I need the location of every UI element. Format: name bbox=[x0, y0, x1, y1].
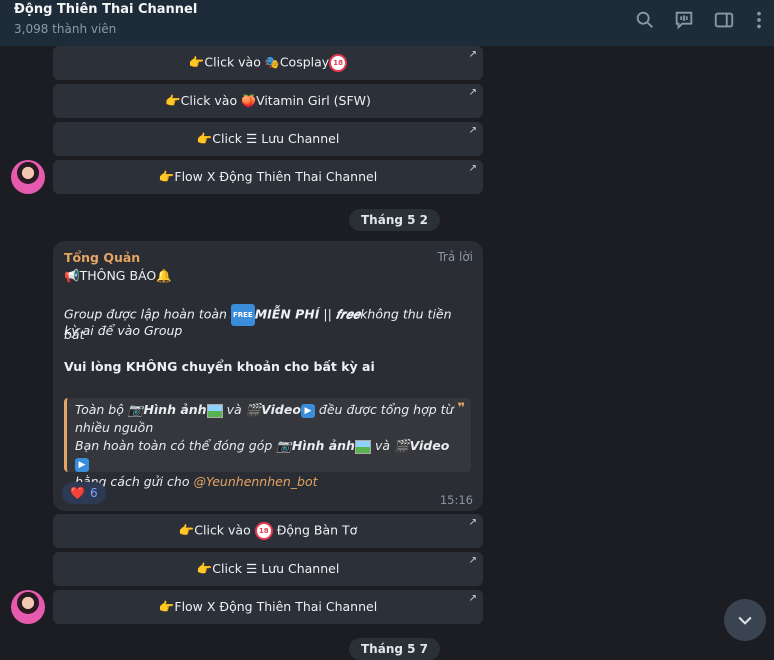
image-icon bbox=[354, 439, 371, 454]
external-link-icon: ↗ bbox=[468, 125, 477, 136]
message-bubble[interactable]: Tổng Quản Trả lời 📢THÔNG BÁO🔔 Group được… bbox=[53, 241, 483, 511]
more-icon[interactable] bbox=[748, 9, 770, 31]
adult-badge-icon: 18 bbox=[329, 54, 348, 72]
bot-mention-link[interactable]: @Yeunhennhen_bot bbox=[193, 474, 317, 489]
inline-button-save-channel[interactable]: 👉Click ☰ Lưu Channel ↗ bbox=[53, 552, 483, 586]
image-icon bbox=[206, 403, 223, 418]
inline-button-dong-ban-to[interactable]: 👉Click vào 18 Động Bàn Tơ ↗ bbox=[53, 514, 483, 548]
announce-line: 📢THÔNG BÁO🔔 bbox=[64, 268, 172, 283]
avatar[interactable] bbox=[11, 160, 45, 194]
quote-icon: ❞ bbox=[457, 401, 465, 416]
external-link-icon: ↗ bbox=[468, 593, 477, 604]
message-author[interactable]: Tổng Quản bbox=[64, 250, 140, 265]
reply-button[interactable]: Trả lời bbox=[437, 250, 473, 264]
external-link-icon: ↗ bbox=[468, 87, 477, 98]
external-link-icon: ↗ bbox=[468, 517, 477, 528]
external-link-icon: ↗ bbox=[468, 49, 477, 60]
date-separator: Tháng 5 2 bbox=[349, 209, 441, 231]
reaction-heart[interactable]: ❤️ 6 bbox=[62, 482, 106, 504]
inline-button-vitamin-girl[interactable]: 👉Click vào 🍑Vitamin Girl (SFW) ↗ bbox=[53, 84, 483, 118]
external-link-icon: ↗ bbox=[468, 163, 477, 174]
chat-header: Động Thiên Thai Channel 3,098 thành viên bbox=[0, 0, 774, 46]
blockquote: ❞ Toàn bộ 📷Hình ảnh và 🎬Video ▶ đều được … bbox=[64, 398, 471, 489]
chat-area[interactable]: 👉Click vào 🎭Cosplay 18 ↗ 👉Click vào 🍑Vita… bbox=[0, 46, 774, 660]
heart-icon: ❤️ bbox=[70, 486, 85, 500]
reaction-count: 6 bbox=[89, 486, 98, 500]
inline-button-flow[interactable]: 👉Flow X Động Thiên Thai Channel ↗ bbox=[53, 160, 483, 194]
message-line-3: Vui lòng KHÔNG chuyển khoản cho bất kỳ a… bbox=[64, 359, 375, 374]
channel-title[interactable]: Động Thiên Thai Channel bbox=[14, 2, 197, 17]
scroll-to-bottom-button[interactable] bbox=[724, 599, 766, 641]
date-separator: Tháng 5 7 bbox=[349, 638, 441, 660]
member-count: 3,098 thành viên bbox=[14, 22, 117, 36]
message-time: 15:16 bbox=[439, 493, 473, 507]
message-line-2: kỳ ai để vào Group bbox=[64, 323, 183, 338]
sidebar-toggle-icon[interactable] bbox=[713, 9, 735, 31]
play-icon: ▶ bbox=[300, 403, 315, 418]
chevron-down-icon bbox=[738, 616, 752, 625]
inline-button-cosplay[interactable]: 👉Click vào 🎭Cosplay 18 ↗ bbox=[53, 46, 483, 80]
external-link-icon: ↗ bbox=[468, 555, 477, 566]
inline-button-flow[interactable]: 👉Flow X Động Thiên Thai Channel ↗ bbox=[53, 590, 483, 624]
search-icon[interactable] bbox=[634, 9, 656, 31]
adult-badge-icon: 18 bbox=[254, 522, 273, 540]
play-icon: ▶ bbox=[75, 457, 89, 472]
inline-button-save-channel[interactable]: 👉Click ☰ Lưu Channel ↗ bbox=[53, 122, 483, 156]
avatar[interactable] bbox=[11, 590, 45, 624]
live-chat-icon[interactable] bbox=[673, 9, 695, 31]
